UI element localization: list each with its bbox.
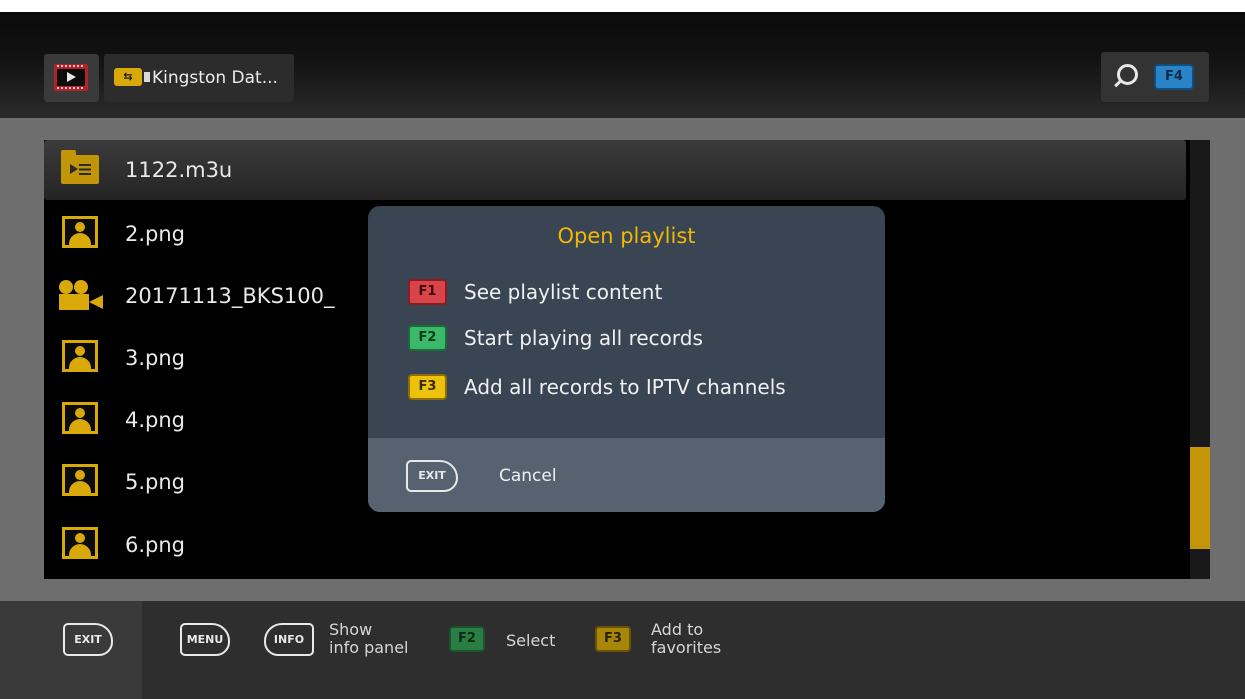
breadcrumb-path: Kingston Dat... (152, 68, 278, 88)
exit-key-icon[interactable]: EXIT (406, 460, 458, 492)
exit-key-icon[interactable]: EXIT (63, 623, 113, 656)
film-play-icon (54, 64, 88, 91)
image-file-icon (62, 216, 98, 248)
scrollbar-thumb[interactable] (1190, 447, 1210, 549)
f1-key-badge: F1 (408, 279, 447, 305)
f3-key-badge[interactable]: F3 (595, 626, 631, 652)
search-icon (1117, 64, 1138, 85)
select-hint-label: Select (506, 631, 556, 650)
usb-drive-icon: ⇆ (114, 68, 150, 86)
file-name: 2.png (125, 222, 186, 246)
search-button[interactable]: F4 (1101, 52, 1209, 102)
bottom-hint-bar: EXIT MENU INFO Show info panel F2 Select… (0, 601, 1245, 699)
image-file-icon (62, 464, 98, 496)
f3-key-badge: F3 (408, 374, 447, 400)
f2-key-badge[interactable]: F2 (449, 626, 485, 652)
file-row-playlist[interactable]: 1122.m3u (44, 140, 1186, 200)
file-name: 3.png (125, 346, 186, 370)
option-label: See playlist content (464, 280, 663, 304)
dialog-footer: EXIT Cancel (368, 438, 885, 512)
file-name: 6.png (125, 533, 186, 557)
dialog-title: Open playlist (557, 224, 696, 248)
favorites-hint-label: Add to favorites (651, 620, 722, 657)
option-label: Start playing all records (464, 326, 703, 350)
image-file-icon (62, 527, 98, 559)
breadcrumb[interactable]: ⇆ Kingston Dat... (104, 54, 294, 102)
option-label: Add all records to IPTV channels (464, 375, 786, 399)
menu-key-icon[interactable]: MENU (180, 623, 230, 656)
image-file-icon (62, 340, 98, 372)
info-key-icon[interactable]: INFO (264, 623, 314, 656)
file-name: 4.png (125, 408, 186, 432)
file-name: 1122.m3u (125, 158, 233, 182)
media-type-button[interactable] (44, 54, 99, 102)
image-file-icon (62, 402, 98, 434)
file-name: 5.png (125, 470, 186, 494)
info-hint-label: Show info panel (329, 620, 409, 657)
scrollbar[interactable] (1190, 140, 1210, 579)
cancel-button[interactable]: Cancel (499, 460, 557, 492)
file-name: 20171113_BKS100_ (125, 284, 335, 308)
f4-key-badge: F4 (1154, 64, 1194, 90)
f2-key-badge: F2 (408, 325, 447, 351)
video-file-icon (59, 280, 107, 312)
playlist-folder-icon (61, 150, 99, 184)
open-playlist-dialog: Open playlist F1 See playlist content F2… (368, 206, 885, 512)
file-row[interactable]: 6.png (44, 514, 1186, 576)
